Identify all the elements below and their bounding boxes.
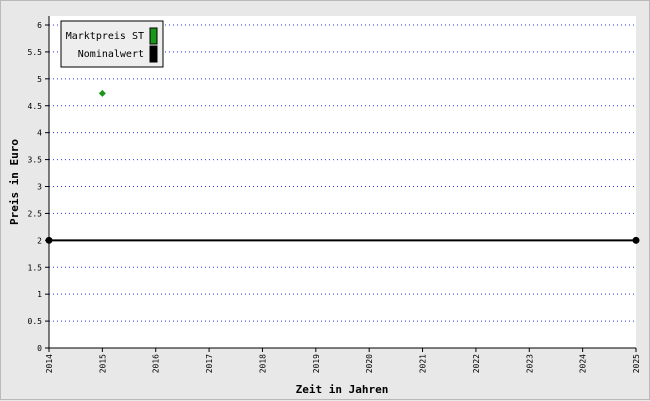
y-tick-label: 6 xyxy=(37,21,42,30)
chart-svg: 00.511.522.533.544.555.56 2014 2015 2016 20… xyxy=(8,16,641,396)
y-tick-label: 2 xyxy=(37,236,42,245)
y-tick-label: 0.5 xyxy=(28,317,43,326)
x-tick-label: 2025 xyxy=(632,354,641,373)
x-tick-label: 2022 xyxy=(472,354,481,373)
y-tick-label: 1 xyxy=(37,290,42,299)
y-tick-label: 5.5 xyxy=(28,48,43,57)
x-tick-label: 2021 xyxy=(419,354,428,373)
y-tick-label: 0 xyxy=(37,344,42,353)
x-tick-label: 2023 xyxy=(525,354,534,373)
x-tick-label: 2020 xyxy=(365,354,374,373)
y-tick-label: 4.5 xyxy=(28,102,43,111)
legend-label: Nominalwert xyxy=(78,49,144,60)
x-axis-title: Zeit in Jahren xyxy=(296,383,389,396)
y-axis-title: Preis in Euro xyxy=(8,139,21,225)
y-tick-label: 3 xyxy=(37,183,42,192)
legend: Marktpreis ST Nominalwert xyxy=(60,20,164,68)
x-tick-label: 2016 xyxy=(152,354,161,373)
legend-box xyxy=(60,20,164,68)
legend-swatch xyxy=(149,45,158,63)
y-tick-label: 1.5 xyxy=(28,263,43,272)
y-tick-label: 3.5 xyxy=(28,156,43,165)
data-point-nominalwert xyxy=(632,236,640,244)
chart-frame: 0 0.5 1 1.5 2 2.5 3 3.5 4 4.5 5 5.5 6 2014 2015 2016 20… xyxy=(0,0,650,400)
x-tick-label: 2014 xyxy=(45,354,54,373)
legend-label: Marktpreis ST xyxy=(66,31,144,42)
legend-swatch xyxy=(149,27,158,45)
x-tick-label: 2024 xyxy=(579,354,588,373)
y-tick-label: 2.5 xyxy=(28,209,43,218)
y-tick-label: 4 xyxy=(37,129,42,138)
x-tick-label: 2015 xyxy=(98,354,107,373)
y-axis-ticks: 0 0.5 1 1.5 2 2.5 3 3.5 4 4.5 5 5.5 6 xyxy=(28,21,49,353)
x-axis-ticks: 2014 2015 2016 2017 2018 2019 2020 2021 2022 2023… xyxy=(45,348,641,373)
x-tick-label: 2018 xyxy=(258,354,267,373)
data-point-nominalwert xyxy=(45,236,53,244)
x-tick-label: 2019 xyxy=(312,354,321,373)
x-tick-label: 2017 xyxy=(205,354,214,373)
y-tick-label: 5 xyxy=(37,75,42,84)
